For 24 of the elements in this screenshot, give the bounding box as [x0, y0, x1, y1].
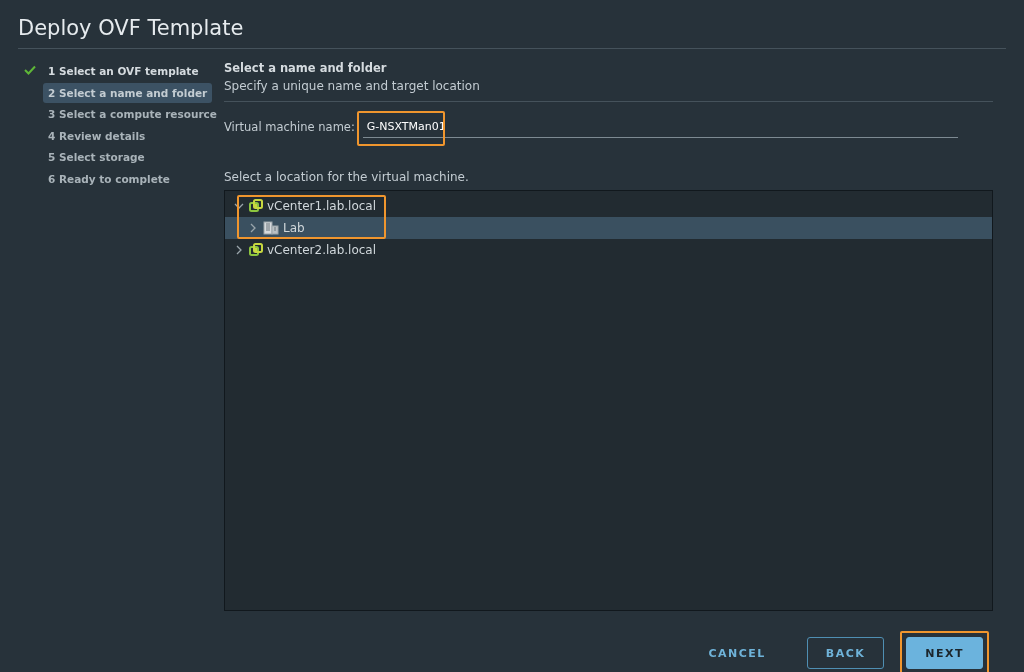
vcenter-icon	[249, 199, 263, 213]
wizard-step[interactable]: 4 Review details	[43, 125, 151, 146]
window-title: Deploy OVF Template	[18, 16, 1006, 49]
location-label: Select a location for the virtual machine.	[224, 170, 470, 184]
wizard-step[interactable]: 2 Select a name and folder	[43, 82, 213, 103]
field-label: Virtual machine name:	[224, 120, 355, 134]
vm-name-field[interactable]: G-NSXTMan01	[362, 116, 958, 138]
wizard-step[interactable]: 3 Select a compute resource	[43, 104, 222, 124]
section-subheading: Specify a unique name and target location	[224, 79, 993, 102]
footer-button[interactable]: NEXT	[906, 637, 983, 669]
wizard-step[interactable]: 1 Select an OVF template	[43, 61, 204, 81]
wizard-step[interactable]: 5 Select storage	[43, 147, 150, 167]
tree-row[interactable]: Lab	[225, 217, 992, 239]
section-heading: Select a name and folder	[224, 61, 388, 75]
footer-button[interactable]: CANCEL	[689, 637, 785, 669]
wizard-step[interactable]: 6 Ready to complete	[43, 168, 175, 189]
tree-node-label[interactable]: vCenter2.lab.local	[267, 243, 377, 257]
footer-button[interactable]: BACK	[806, 637, 885, 669]
vcenter-icon	[249, 243, 263, 257]
tree-node-label[interactable]: vCenter1.lab.local	[267, 199, 377, 213]
tree-node-label[interactable]: Lab	[283, 221, 305, 235]
building-icon	[263, 221, 279, 235]
tree-row[interactable]: vCenter2.lab.local	[225, 239, 992, 261]
tree-row[interactable]: vCenter1.lab.local	[225, 195, 992, 217]
